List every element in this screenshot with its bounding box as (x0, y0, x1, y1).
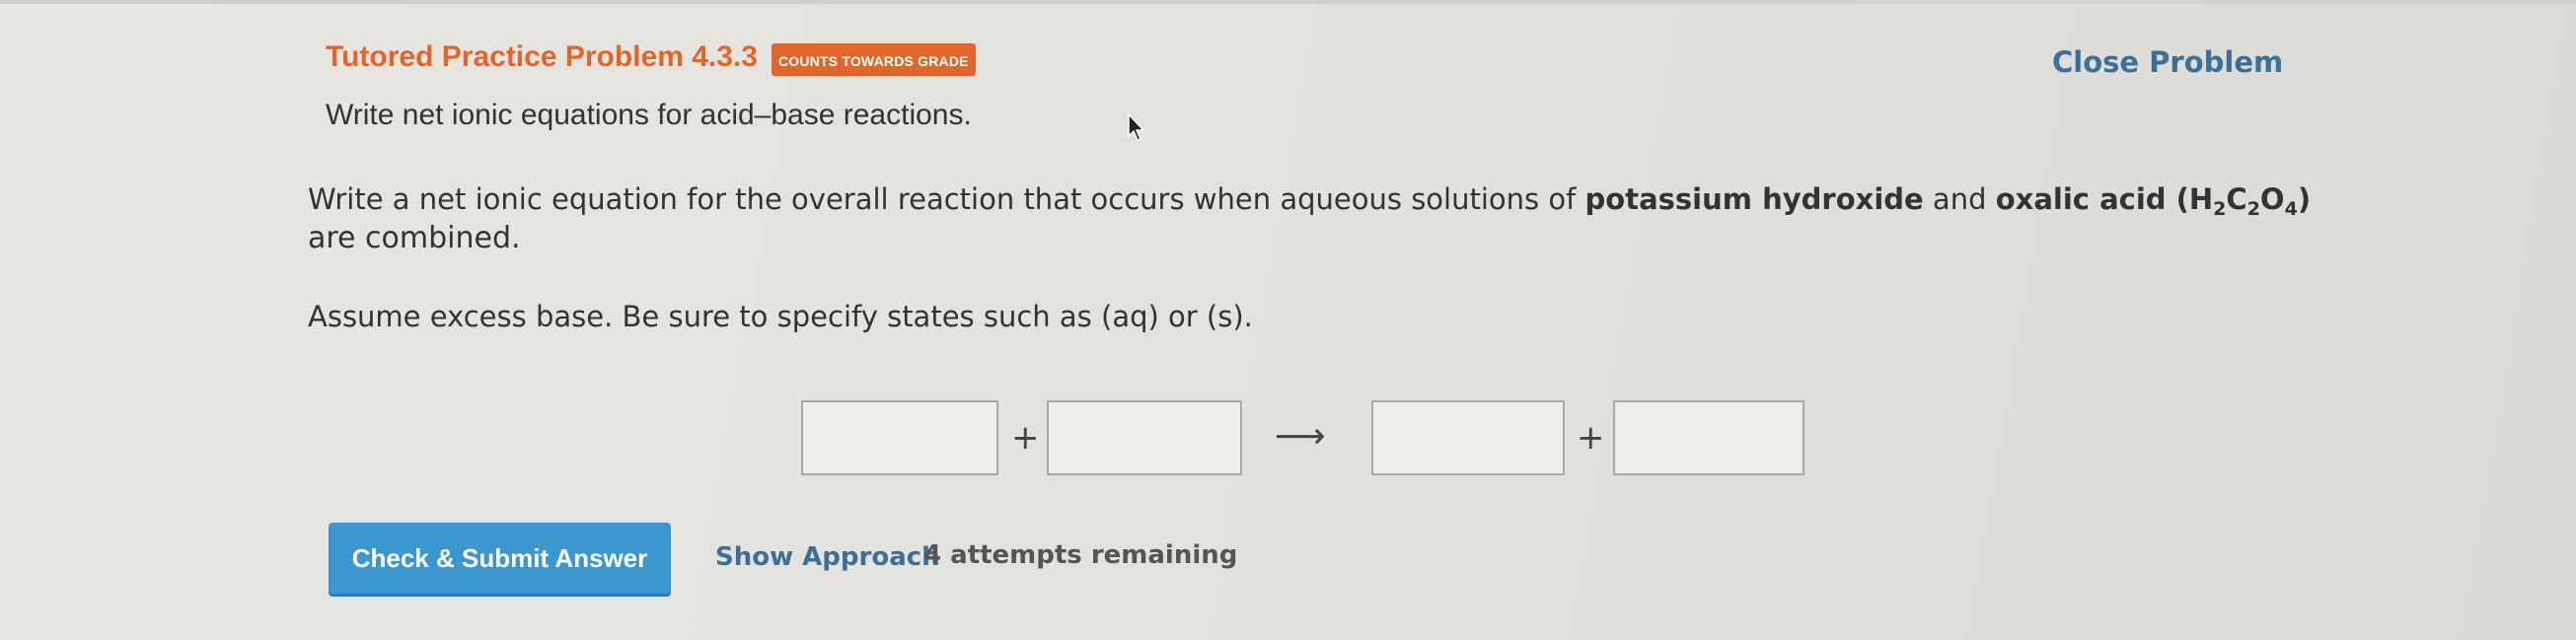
reactant-2-input[interactable] (1047, 400, 1242, 475)
plus-sign-2: + (1577, 418, 1605, 458)
reactant-1: potassium hydroxide (1584, 182, 1924, 216)
question-line-1: Write a net ionic equation for the overa… (308, 182, 2312, 220)
reaction-arrow: ⟶ (1275, 416, 1326, 457)
top-border (0, 0, 2576, 4)
check-submit-button[interactable]: Check & Submit Answer (329, 523, 671, 594)
product-1-input[interactable] (1371, 400, 1565, 475)
close-problem-link[interactable]: Close Problem (2052, 45, 2283, 79)
problem-subtitle: Write net ionic equations for acid–base … (326, 99, 972, 131)
show-approach-link[interactable]: Show Approach (715, 542, 940, 572)
question-text: Write a net ionic equation for the overa… (308, 179, 2330, 258)
reactant-2: oxalic acid (H2C2O4) (1995, 182, 2312, 220)
mouse-cursor-icon (1128, 112, 1145, 141)
problem-header: Tutored Practice Problem 4.3.3 COUNTS TO… (326, 37, 976, 76)
problem-title: Tutored Practice Problem 4.3.3 (326, 39, 758, 73)
product-2-input[interactable] (1613, 400, 1804, 475)
grade-badge: COUNTS TOWARDS GRADE (771, 43, 976, 76)
question-line-2: are combined. (308, 221, 521, 255)
instruction-text: Assume excess base. Be sure to specify s… (308, 300, 1253, 333)
attempts-remaining: 4 attempts remaining (923, 540, 1238, 570)
plus-sign-1: + (1011, 418, 1040, 458)
reactant-1-input[interactable] (801, 400, 998, 475)
